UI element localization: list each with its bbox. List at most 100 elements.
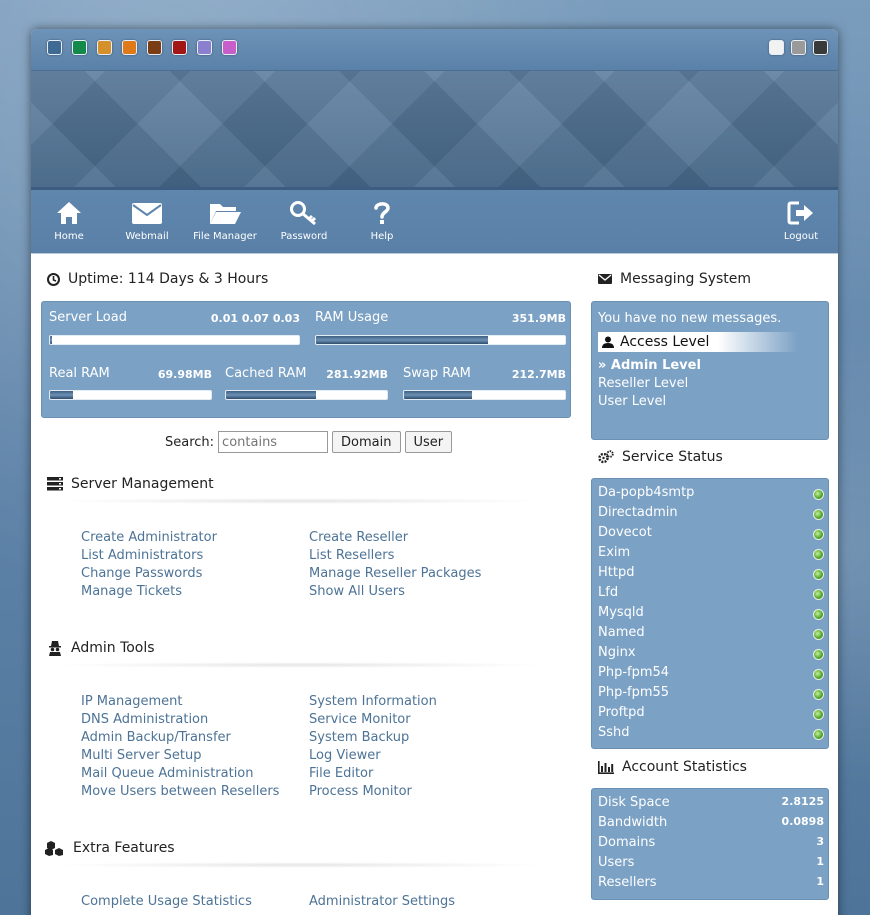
service-row: Httpd — [598, 565, 824, 585]
clock-icon — [47, 272, 60, 286]
link-log-viewer[interactable]: Log Viewer — [309, 747, 437, 765]
server-management-title: Server Management — [71, 476, 214, 492]
cached-ram-bar — [225, 390, 388, 400]
nav-help[interactable]: Help — [365, 200, 399, 242]
access-level-user[interactable]: User Level — [598, 394, 666, 409]
link-dns-administration[interactable]: DNS Administration — [81, 711, 279, 729]
folder-open-icon — [210, 204, 241, 224]
nav-logout[interactable]: Logout — [781, 200, 821, 242]
section-divider — [51, 498, 551, 504]
link-list-administrators[interactable]: List Administrators — [81, 547, 217, 565]
stat-row: Users 1 — [598, 855, 824, 875]
link-file-editor[interactable]: File Editor — [309, 765, 437, 783]
real-ram-label: Real RAM — [49, 366, 110, 381]
status-ok-icon — [813, 489, 824, 500]
link-ip-management[interactable]: IP Management — [81, 693, 279, 711]
link-change-passwords[interactable]: Change Passwords — [81, 565, 217, 583]
search-form: Search: Domain User — [165, 431, 453, 453]
color-swatch-brown[interactable] — [147, 40, 162, 55]
status-ok-icon — [813, 649, 824, 660]
uptime-text: Uptime: 114 Days & 3 Hours — [68, 271, 269, 287]
link-complete-usage-statistics[interactable]: Complete Usage Statistics — [81, 893, 252, 911]
link-multi-server-setup[interactable]: Multi Server Setup — [81, 747, 279, 765]
bar-chart-icon — [598, 760, 614, 774]
ram-usage-bar — [315, 335, 566, 345]
real-ram-value: 69.98MB — [157, 368, 212, 381]
admin-spy-icon — [49, 641, 61, 656]
search-input[interactable] — [218, 431, 329, 453]
nav-file-manager[interactable]: File Manager — [193, 200, 257, 242]
color-swatch-purple[interactable] — [197, 40, 212, 55]
extra-features-heading: Extra Features — [45, 840, 175, 856]
messaging-panel: You have no new messages. Access Level »… — [591, 301, 829, 440]
status-ok-icon — [813, 629, 824, 640]
service-name: Mysqld — [598, 605, 644, 620]
link-mail-queue-administration[interactable]: Mail Queue Administration — [81, 765, 279, 783]
service-row: Sshd — [598, 725, 824, 745]
extra-features-title: Extra Features — [73, 840, 175, 856]
stat-label: Disk Space — [598, 795, 670, 810]
color-swatch-red[interactable] — [172, 40, 187, 55]
key-icon — [290, 201, 317, 226]
color-swatch-blue[interactable] — [47, 40, 62, 55]
service-row: Directadmin — [598, 505, 824, 525]
nav-password[interactable]: Password — [279, 200, 329, 242]
service-name: Php-fpm55 — [598, 685, 670, 700]
nav-password-label: Password — [280, 231, 328, 242]
link-service-monitor[interactable]: Service Monitor — [309, 711, 437, 729]
service-row: Da-popb4smtp — [598, 485, 824, 505]
link-process-monitor[interactable]: Process Monitor — [309, 783, 437, 801]
nav-webmail[interactable]: Webmail — [123, 200, 171, 242]
link-create-reseller[interactable]: Create Reseller — [309, 529, 481, 547]
service-row: Nginx — [598, 645, 824, 665]
admin-tools-title: Admin Tools — [71, 640, 155, 656]
status-ok-icon — [813, 549, 824, 560]
link-manage-tickets[interactable]: Manage Tickets — [81, 583, 217, 601]
service-name: Sshd — [598, 725, 630, 740]
service-row: Proftpd — [598, 705, 824, 725]
link-administrator-settings[interactable]: Administrator Settings — [309, 893, 455, 911]
link-system-information[interactable]: System Information — [309, 693, 437, 711]
messaging-heading: Messaging System — [598, 271, 751, 287]
stat-value: 1 — [816, 875, 824, 888]
nav-logout-label: Logout — [783, 231, 819, 242]
directadmin-window: Home Webmail File Manager Password Help … — [31, 29, 838, 915]
ram-usage-label: RAM Usage — [315, 310, 389, 325]
logout-icon — [787, 201, 813, 225]
layout-swatch-gray[interactable] — [791, 40, 806, 55]
link-create-administrator[interactable]: Create Administrator — [81, 529, 217, 547]
link-move-users-between-resellers[interactable]: Move Users between Resellers — [81, 783, 279, 801]
color-swatch-orange[interactable] — [122, 40, 137, 55]
link-list-resellers[interactable]: List Resellers — [309, 547, 481, 565]
color-swatch-green[interactable] — [72, 40, 87, 55]
color-swatch-gold[interactable] — [97, 40, 112, 55]
layout-swatch-dark[interactable] — [813, 40, 828, 55]
service-name: Directadmin — [598, 505, 678, 520]
stat-value: 1 — [816, 855, 824, 868]
stat-value: 2.8125 — [781, 795, 824, 808]
link-admin-backup-transfer[interactable]: Admin Backup/Transfer — [81, 729, 279, 747]
uptime-heading: Uptime: 114 Days & 3 Hours — [47, 271, 268, 287]
access-level-admin[interactable]: » Admin Level — [598, 358, 701, 373]
status-ok-icon — [813, 669, 824, 680]
stat-row: Disk Space 2.8125 — [598, 795, 824, 815]
color-swatch-pink[interactable] — [222, 40, 237, 55]
section-divider — [51, 662, 551, 668]
stat-row: Bandwidth 0.0898 — [598, 815, 824, 835]
extra-features-links-right: Administrator Settings — [309, 893, 455, 911]
link-manage-reseller-packages[interactable]: Manage Reseller Packages — [309, 565, 481, 583]
link-system-backup[interactable]: System Backup — [309, 729, 437, 747]
service-name: Dovecot — [598, 525, 652, 540]
access-level-reseller[interactable]: Reseller Level — [598, 376, 688, 391]
nav-home[interactable]: Home — [49, 200, 89, 242]
search-domain-button[interactable]: Domain — [332, 431, 401, 453]
server-icon — [47, 477, 63, 491]
search-label: Search: — [165, 434, 215, 450]
layout-swatch-light[interactable] — [769, 40, 784, 55]
search-user-button[interactable]: User — [404, 431, 453, 453]
real-ram-bar — [49, 390, 212, 400]
link-show-all-users[interactable]: Show All Users — [309, 583, 481, 601]
status-ok-icon — [813, 529, 824, 540]
stat-label: Domains — [598, 835, 656, 850]
nav-home-label: Home — [54, 231, 84, 242]
